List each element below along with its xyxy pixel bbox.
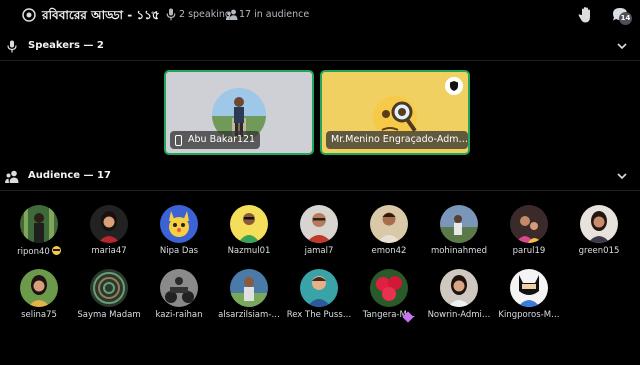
microphone-icon [166,8,176,21]
member-name: Nipa Das [159,246,199,256]
audience-member[interactable]: Nowrin-Admi… [424,269,494,331]
stage-channel-icon [22,8,36,22]
audience-member[interactable]: Rex The Puss… [284,269,354,331]
member-name: kazi-raihan [155,310,203,320]
avatar [160,205,198,243]
member-name: maria47 [91,246,127,256]
moderator-shield-icon [445,77,463,95]
separator-dot: • [150,9,156,19]
avatar [160,269,198,307]
audience-member[interactable]: ripon40 [4,205,74,267]
avatar [370,205,408,243]
chat-badge: 14 [619,12,632,25]
audience-icon [5,170,19,183]
member-name: emon42 [371,246,407,256]
audience-icon [226,9,238,20]
avatar [510,269,548,307]
speaker-tile[interactable]: Mr.Menino Engraçado-Adm… [320,70,470,155]
member-name: mohinahmed [430,246,488,256]
avatar [20,205,58,243]
mobile-phone-icon [175,134,182,146]
chevron-down-icon[interactable] [617,172,627,180]
stage-header: রবিবারের আড্ডা - ১১৫ • 2 speaking 17 in … [0,0,640,30]
chevron-down-icon[interactable] [617,42,627,50]
audience-member[interactable]: mohinahmed [424,205,494,267]
audience-count: 17 in audience [239,9,310,20]
speakers-section-header[interactable]: Speakers — 2 [0,31,640,61]
member-name: green015 [578,246,620,256]
speakers-title: Speakers — 2 [28,40,104,51]
avatar [510,205,548,243]
member-name: Nowrin-Admi… [427,310,491,320]
audience-member[interactable]: Tangera-M… [354,269,424,331]
member-name: ripon40 [2,246,76,257]
audience-section-header[interactable]: Audience — 17 [0,161,640,191]
sunglasses-emoji-icon [51,246,61,255]
speaker-tile[interactable]: Abu Bakar121 [164,70,314,155]
raise-hand-icon[interactable] [577,6,595,24]
avatar [230,205,268,243]
avatar [20,269,58,307]
speaking-count: 2 speaking [179,9,231,20]
audience-member[interactable]: jamal7 [284,205,354,267]
member-name: parul19 [512,246,546,256]
audience-member[interactable]: maria47 [74,205,144,267]
audience-member[interactable]: emon42 [354,205,424,267]
avatar [440,205,478,243]
member-name: Rex The Puss… [286,310,352,320]
member-name: Kingporos-M… [498,310,560,320]
avatar [440,269,478,307]
audience-member[interactable]: kazi-raihan [144,269,214,331]
audience-member[interactable]: parul19 [494,205,564,267]
member-name: Tangera-M… [362,310,416,320]
avatar [300,205,338,243]
member-name: jamal7 [304,246,334,256]
member-name: Sayma Madam [77,310,141,320]
avatar [370,269,408,307]
avatar [90,205,128,243]
avatar [230,269,268,307]
audience-member[interactable]: alsarzilsiam-… [214,269,284,331]
avatar [580,205,618,243]
avatar [300,269,338,307]
speaker-name-label: Abu Bakar121 [170,131,261,149]
audience-member[interactable]: Kingporos-M… [494,269,564,331]
member-name: selina75 [21,310,57,320]
speaker-name: Abu Bakar121 [188,134,256,145]
audience-title: Audience — 17 [28,170,111,181]
audience-member[interactable]: Nazmul01 [214,205,284,267]
microphone-icon [7,40,17,53]
member-name: alsarzilsiam-… [218,310,280,320]
speaker-name: Mr.Menino Engraçado-Adm… [331,134,468,145]
audience-member[interactable]: selina75 [4,269,74,331]
audience-member[interactable]: Nipa Das [144,205,214,267]
audience-member[interactable]: green015 [564,205,634,267]
avatar [90,269,128,307]
channel-title: রবিবারের আড্ডা - ১১৫ [42,8,160,22]
audience-member[interactable]: Sayma Madam [74,269,144,331]
speaker-name-label: Mr.Menino Engraçado-Adm… [326,131,468,149]
member-name: Nazmul01 [227,246,271,256]
